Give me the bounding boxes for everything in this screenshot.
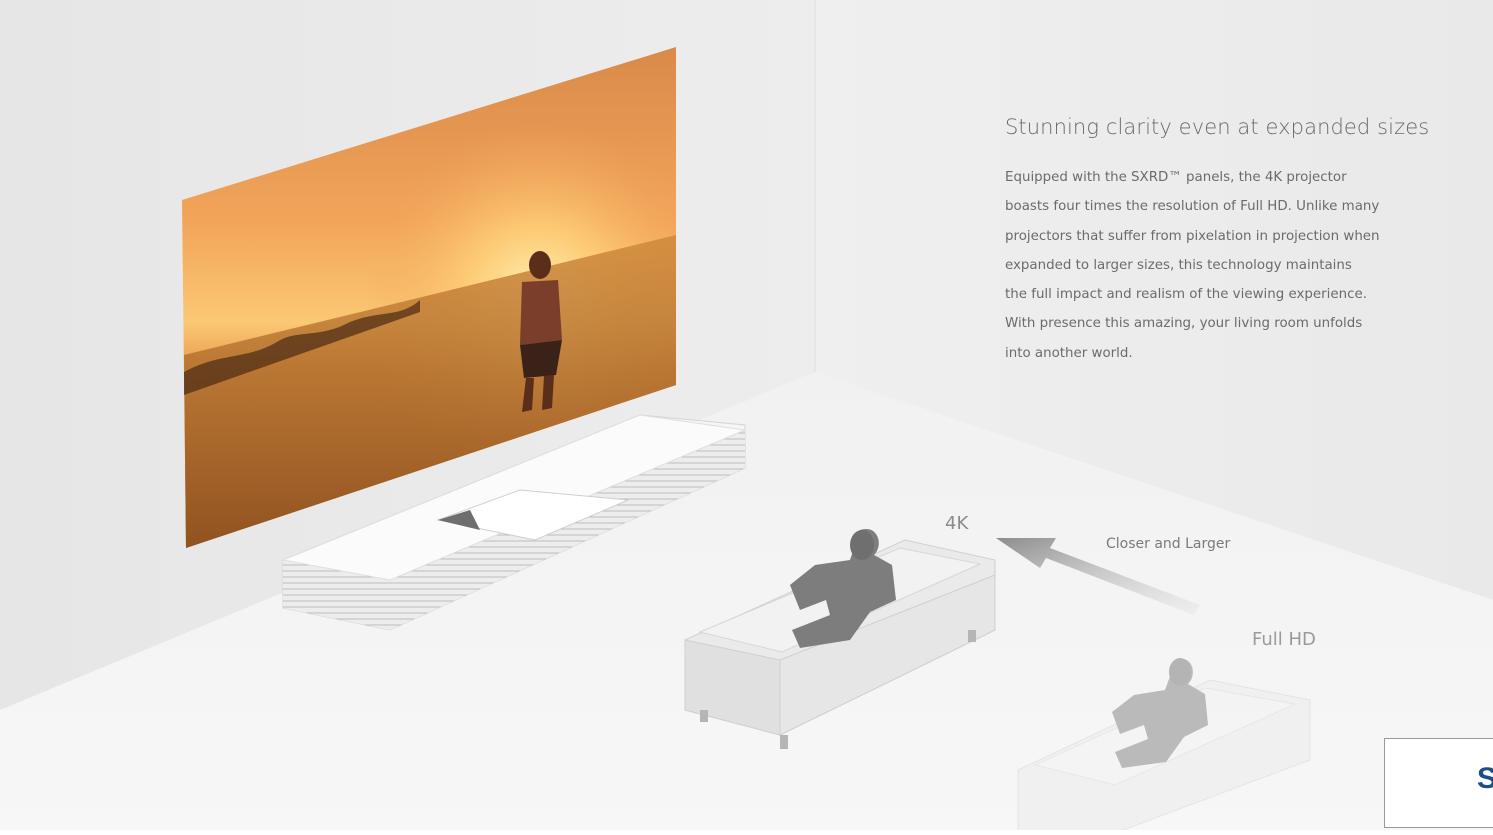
label-closer-larger: Closer and Larger <box>1106 536 1231 552</box>
corner-badge[interactable]: S <box>1384 738 1493 828</box>
feature-body: Equipped with the SXRD™ panels, the 4K p… <box>1005 163 1445 368</box>
feature-text: Stunning clarity even at expanded sizes … <box>1005 115 1445 368</box>
page: Stunning clarity even at expanded sizes … <box>0 0 1493 835</box>
feature-body-line: boasts four times the resolution of Full… <box>1005 199 1380 215</box>
feature-headline: Stunning clarity even at expanded sizes <box>1005 115 1430 139</box>
feature-body-line: With presence this amazing, your living … <box>1005 316 1363 332</box>
feature-body-line: Equipped with the SXRD™ panels, the 4K p… <box>1005 170 1347 185</box>
label-4k: 4K <box>945 513 969 534</box>
corner-badge-letter: S <box>1477 762 1493 795</box>
feature-body-line: expanded to larger sizes, this technolog… <box>1005 257 1352 273</box>
bottom-divider <box>0 830 1493 835</box>
feature-body-line: into another world. <box>1005 345 1133 361</box>
feature-body-line: the full impact and realism of the viewi… <box>1005 287 1367 303</box>
feature-body-line: projectors that suffer from pixelation i… <box>1005 228 1380 244</box>
label-full-hd: Full HD <box>1252 629 1316 650</box>
